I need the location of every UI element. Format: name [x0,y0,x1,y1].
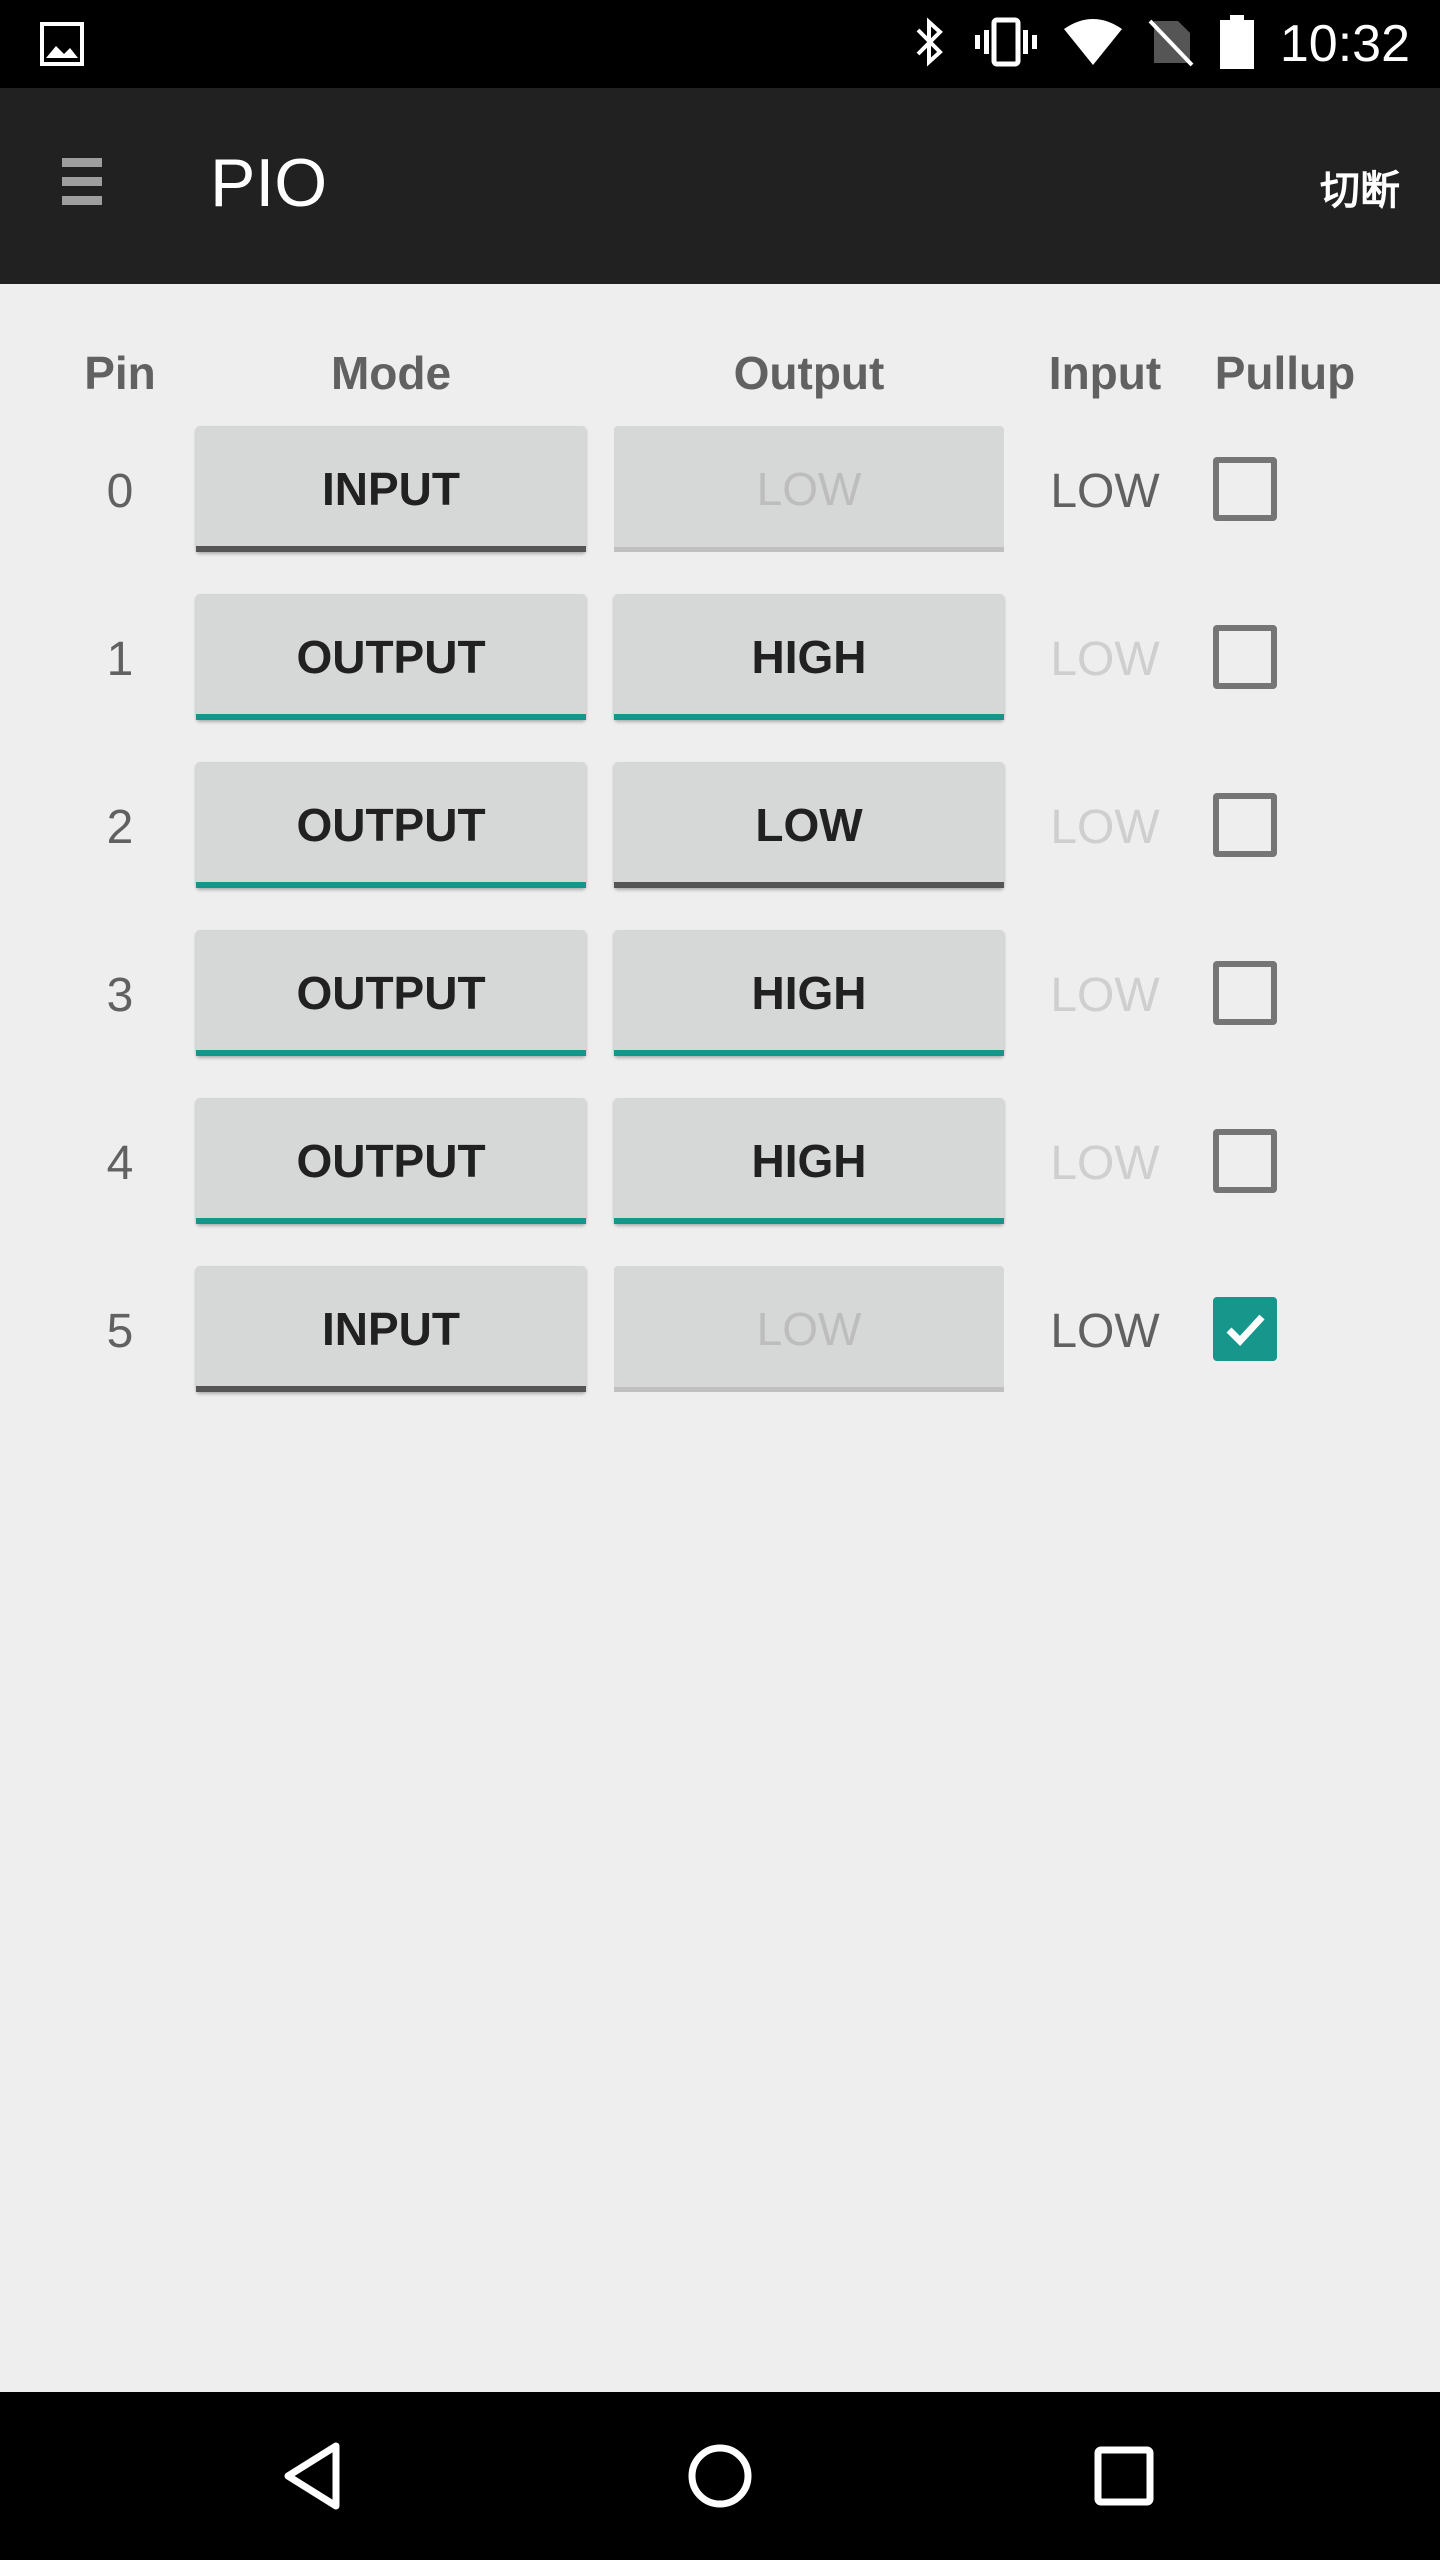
output-button[interactable]: HIGH [614,930,1004,1056]
input-value: LOW [1050,969,1160,1022]
mode-button[interactable]: INPUT [196,426,586,552]
pullup-checkbox[interactable] [1213,961,1277,1025]
table-row: 3 OUTPUT HIGH LOW [0,930,1440,1060]
output-button[interactable]: LOW [614,762,1004,888]
recents-icon[interactable] [1084,2436,1164,2516]
mode-button[interactable]: INPUT [196,1266,586,1392]
pin-number: 3 [106,969,134,1022]
pin-number: 4 [106,1137,134,1190]
output-label: HIGH [751,1135,867,1187]
output-label: LOW [756,463,862,515]
mode-label: OUTPUT [296,799,486,851]
output-button[interactable]: LOW [614,1266,1004,1392]
table-row: 0 INPUT LOW LOW [0,426,1440,556]
mode-button[interactable]: OUTPUT [196,594,586,720]
mode-button[interactable]: OUTPUT [196,930,586,1056]
pullup-checkbox[interactable] [1213,1297,1277,1361]
pin-number: 0 [106,465,134,518]
bluetooth-icon [912,16,948,73]
page-title: PIO [210,145,328,221]
output-button[interactable]: HIGH [614,1098,1004,1224]
status-bar: 10:32 [0,0,1440,88]
checkmark-icon [1226,1314,1265,1347]
vibrate-icon [974,16,1038,73]
hamburger-menu-icon[interactable] [62,158,112,214]
navigation-bar [0,2392,1440,2560]
table-row: 1 OUTPUT HIGH LOW [0,594,1440,724]
pio-table: Pin Mode Output Input Pullup 0 INPUT LOW… [0,284,1440,2392]
table-row: 2 OUTPUT LOW LOW [0,762,1440,892]
mode-label: INPUT [322,1303,460,1355]
status-clock: 10:32 [1279,15,1410,73]
input-value: LOW [1050,1137,1160,1190]
mode-button[interactable]: OUTPUT [196,1098,586,1224]
output-label: HIGH [751,967,867,1019]
battery-icon [1219,14,1254,74]
header-pullup: Pullup [1214,347,1356,399]
pin-number: 2 [106,801,134,854]
pullup-checkbox[interactable] [1213,793,1277,857]
pullup-checkbox[interactable] [1213,457,1277,521]
image-notification-icon [40,22,84,71]
header-output: Output [733,347,885,399]
input-value: LOW [1050,801,1160,854]
mode-label: OUTPUT [296,1135,486,1187]
mode-label: INPUT [322,463,460,515]
disconnect-button[interactable]: 切断 [1320,158,1400,216]
pin-number: 1 [106,633,134,686]
pin-number: 5 [106,1305,134,1358]
output-label: LOW [755,799,863,851]
output-button[interactable]: HIGH [614,594,1004,720]
wifi-icon [1063,18,1122,70]
table-row: 5 INPUT LOW LOW [0,1266,1440,1396]
home-icon[interactable] [680,2436,760,2516]
output-label: LOW [756,1303,862,1355]
output-button[interactable]: LOW [614,426,1004,552]
input-value: LOW [1050,465,1160,518]
pullup-checkbox[interactable] [1213,1129,1277,1193]
input-value: LOW [1050,633,1160,686]
mode-button[interactable]: OUTPUT [196,762,586,888]
table-row: 4 OUTPUT HIGH LOW [0,1098,1440,1228]
output-label: HIGH [751,631,867,683]
app-bar: PIO 切断 [0,88,1440,284]
header-mode: Mode [330,347,452,399]
header-input: Input [1048,347,1162,399]
back-icon[interactable] [276,2436,356,2516]
header-pin: Pin [84,347,156,399]
mode-label: OUTPUT [296,631,486,683]
no-sim-icon [1148,17,1194,72]
mode-label: OUTPUT [296,967,486,1019]
input-value: LOW [1050,1305,1160,1358]
pullup-checkbox[interactable] [1213,625,1277,689]
